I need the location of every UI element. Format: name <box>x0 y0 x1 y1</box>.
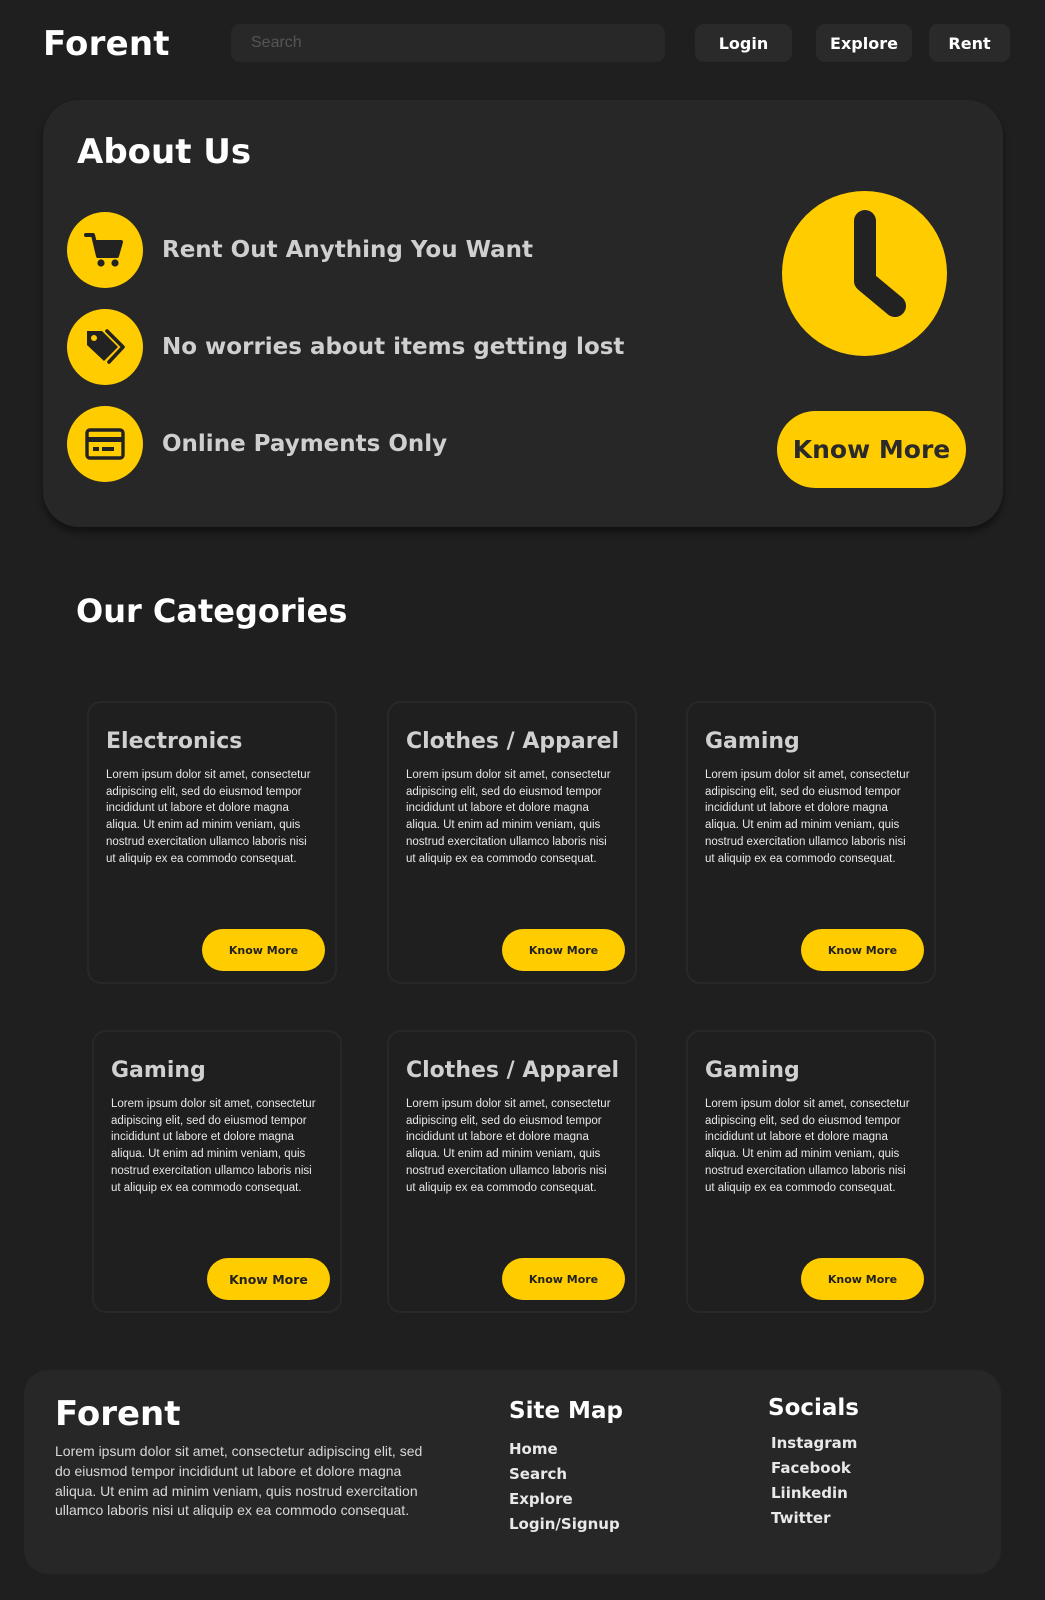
card-title: Gaming <box>705 729 800 754</box>
card-description: Lorem ipsum dolor sit amet, consectetur … <box>106 769 311 865</box>
footer: Forent Lorem ipsum dolor sit amet, conse… <box>24 1370 1001 1574</box>
nav-login-button[interactable]: Login <box>695 24 792 62</box>
category-card-gaming: Gaming Lorem ipsum dolor sit amet, conse… <box>686 701 936 984</box>
sitemap-title: Site Map <box>509 1398 623 1424</box>
category-card-clothes: Clothes / Apparel Lorem ipsum dolor sit … <box>387 1030 637 1313</box>
card-title: Clothes / Apparel <box>406 1058 620 1083</box>
nav-rent-button[interactable]: Rent <box>929 24 1010 62</box>
know-more-button[interactable]: Know More <box>502 1258 625 1300</box>
sitemap-link-login-signup[interactable]: Login/Signup <box>509 1515 620 1533</box>
know-more-button[interactable]: Know More <box>502 929 625 971</box>
sitemap-link-home[interactable]: Home <box>509 1440 558 1458</box>
card-description: Lorem ipsum dolor sit amet, consectetur … <box>705 1098 910 1194</box>
credit-card-icon <box>67 406 143 482</box>
footer-description: Lorem ipsum dolor sit amet, consectetur … <box>55 1443 423 1519</box>
search-input[interactable] <box>231 24 665 62</box>
social-link-instagram[interactable]: Instagram <box>771 1434 857 1452</box>
know-more-button[interactable]: Know More <box>202 929 325 971</box>
feature-rent-out: Rent Out Anything You Want <box>67 212 533 288</box>
card-title: Gaming <box>705 1058 800 1083</box>
card-description: Lorem ipsum dolor sit amet, consectetur … <box>406 1098 611 1194</box>
know-more-button[interactable]: Know More <box>801 1258 924 1300</box>
sitemap-link-search[interactable]: Search <box>509 1465 567 1483</box>
socials-title: Socials <box>768 1395 859 1421</box>
about-title: About Us <box>77 132 252 172</box>
tag-icon <box>67 309 143 385</box>
about-section: About Us Rent Out Anything You Want No w… <box>43 100 1003 527</box>
categories-title: Our Categories <box>76 592 348 630</box>
feature-online-payments: Online Payments Only <box>67 406 447 482</box>
cart-icon <box>67 212 143 288</box>
category-card-gaming: Gaming Lorem ipsum dolor sit amet, conse… <box>92 1030 342 1313</box>
card-description: Lorem ipsum dolor sit amet, consectetur … <box>705 769 910 865</box>
know-more-button[interactable]: Know More <box>801 929 924 971</box>
social-link-facebook[interactable]: Facebook <box>771 1459 851 1477</box>
card-title: Clothes / Apparel <box>406 729 620 754</box>
nav-explore-button[interactable]: Explore <box>816 24 912 62</box>
social-link-linkedin[interactable]: Liinkedin <box>771 1484 848 1502</box>
category-card-gaming: Gaming Lorem ipsum dolor sit amet, conse… <box>686 1030 936 1313</box>
clock-icon <box>782 191 947 356</box>
footer-logo[interactable]: Forent <box>55 1394 181 1434</box>
card-description: Lorem ipsum dolor sit amet, consectetur … <box>111 1098 316 1194</box>
know-more-button[interactable]: Know More <box>207 1258 330 1300</box>
feature-label: Rent Out Anything You Want <box>162 237 534 263</box>
category-card-electronics: Electronics Lorem ipsum dolor sit amet, … <box>87 701 337 984</box>
about-know-more-button[interactable]: Know More <box>777 411 966 488</box>
feature-label: Online Payments Only <box>162 431 448 457</box>
card-description: Lorem ipsum dolor sit amet, consectetur … <box>406 769 611 865</box>
site-logo[interactable]: Forent <box>43 24 170 64</box>
card-title: Electronics <box>106 729 243 754</box>
feature-label: No worries about items getting lost <box>162 334 625 360</box>
sitemap-link-explore[interactable]: Explore <box>509 1490 573 1508</box>
category-card-clothes: Clothes / Apparel Lorem ipsum dolor sit … <box>387 701 637 984</box>
feature-no-worries: No worries about items getting lost <box>67 309 624 385</box>
card-title: Gaming <box>111 1058 206 1083</box>
social-link-twitter[interactable]: Twitter <box>771 1509 831 1527</box>
